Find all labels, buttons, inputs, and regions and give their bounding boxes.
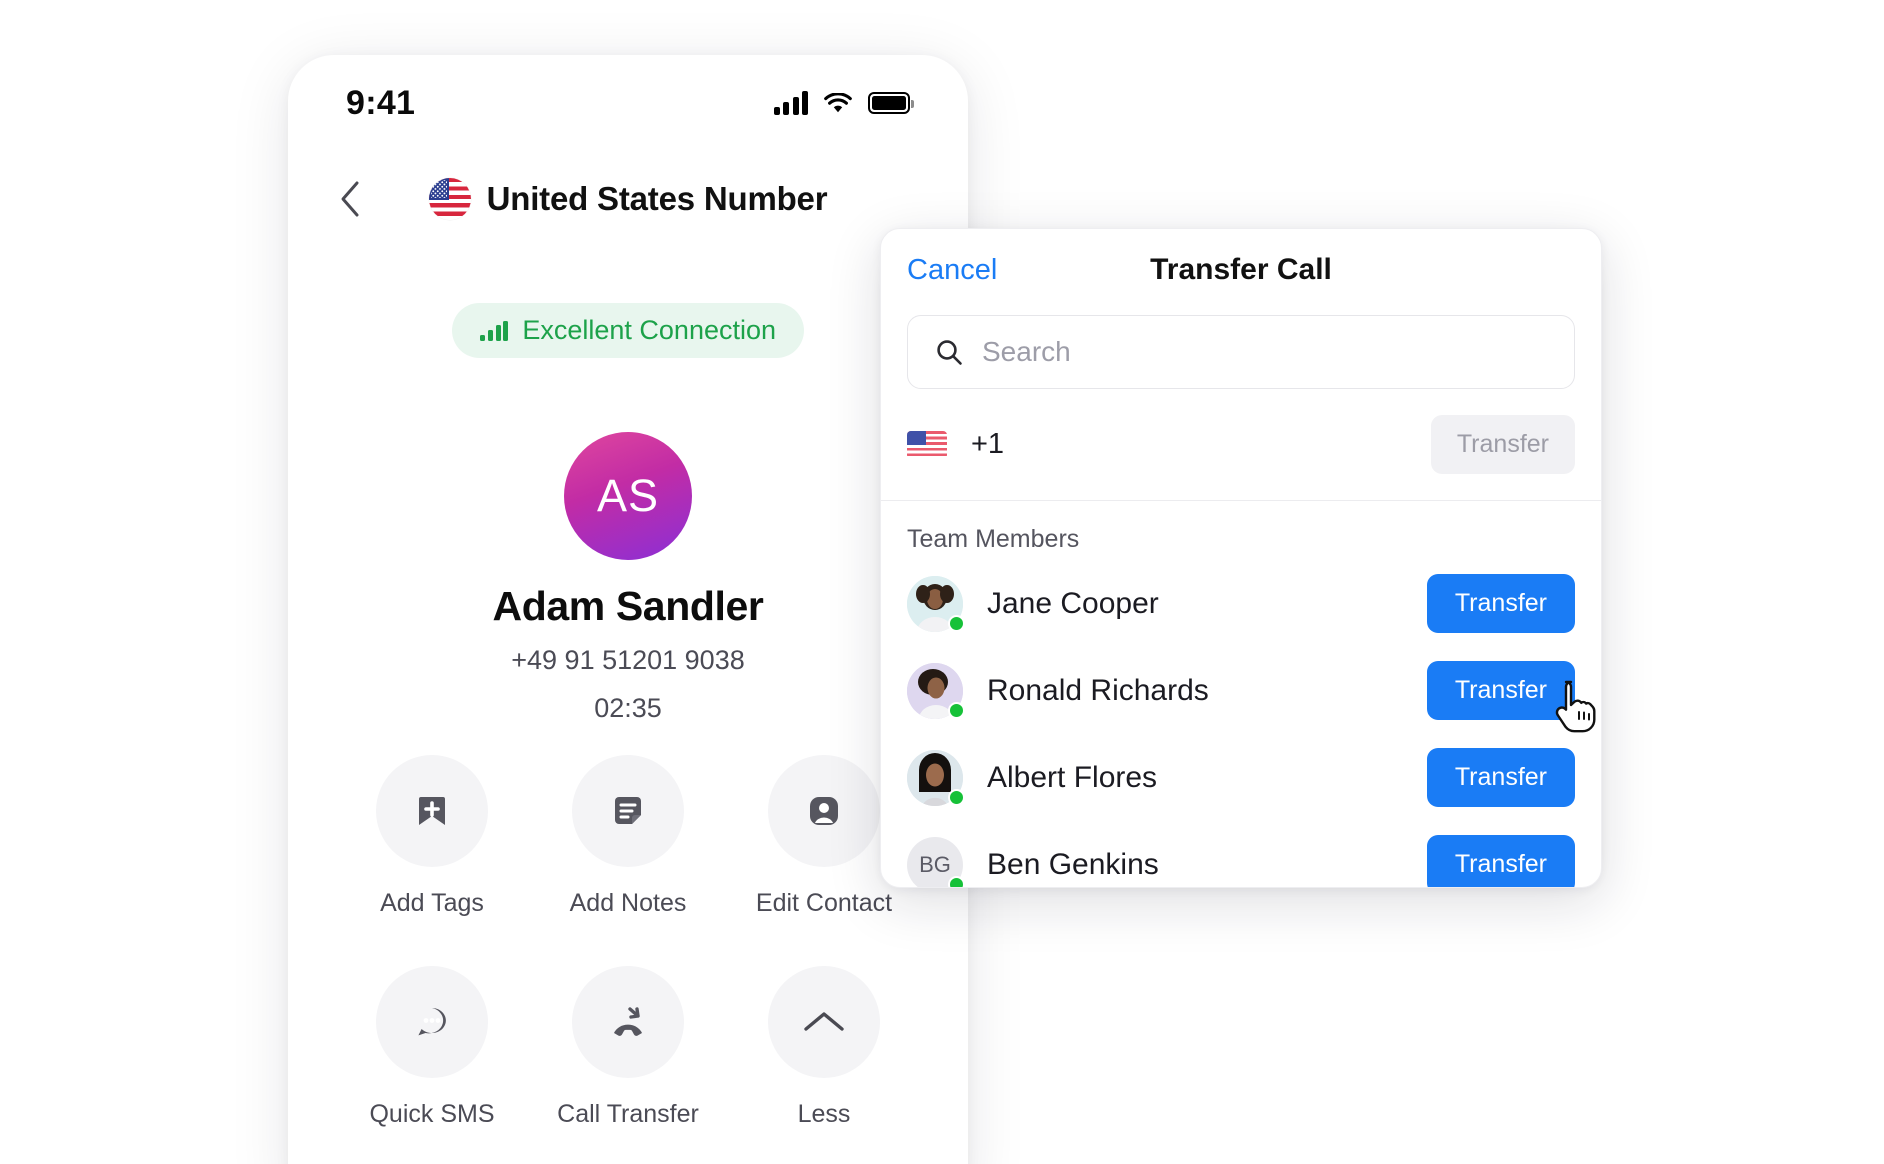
team-member-row: Jane Cooper Transfer xyxy=(881,560,1601,647)
transfer-button[interactable]: Transfer xyxy=(1426,748,1575,807)
team-member-row: Ronald Richards Transfer xyxy=(881,647,1601,734)
status-time: 9:41 xyxy=(346,83,416,122)
team-member-name: Ben Genkins xyxy=(987,847,1159,881)
note-edit-icon xyxy=(615,797,641,824)
transfer-button[interactable]: Transfer xyxy=(1426,574,1575,633)
transfer-button-disabled: Transfer xyxy=(1430,415,1575,474)
avatar-initials: BG xyxy=(919,851,951,877)
avatar xyxy=(907,662,965,719)
online-status-dot xyxy=(948,788,965,806)
action-call-transfer[interactable]: Call Transfer xyxy=(530,966,726,1129)
online-status-dot xyxy=(948,614,965,632)
avatar xyxy=(907,749,965,806)
team-member-name: Albert Flores xyxy=(987,760,1158,794)
search-box[interactable] xyxy=(907,315,1575,389)
transfer-call-modal: Cancel Transfer Call +1 Transfer Team Me… xyxy=(880,228,1602,888)
bookmark-plus-icon xyxy=(419,797,445,825)
back-button[interactable] xyxy=(330,177,370,221)
battery-icon xyxy=(868,92,914,114)
nav-bar: United States Number xyxy=(288,168,968,230)
caller-name: Adam Sandler xyxy=(492,583,764,629)
caller-number: +49 91 51201 9038 xyxy=(511,645,745,675)
us-flag-icon xyxy=(907,430,947,459)
cancel-button[interactable]: Cancel xyxy=(907,254,997,287)
action-label: Less xyxy=(797,1100,851,1128)
us-flag-icon xyxy=(428,178,471,220)
connection-status-badge: Excellent Connection xyxy=(451,303,805,358)
chevron-up-icon xyxy=(804,1012,844,1031)
action-quick-sms-circle xyxy=(376,966,488,1078)
call-actions-grid: Add Tags Add Notes Edit Contact Quick SM… xyxy=(288,755,968,1129)
online-status-dot xyxy=(948,701,965,719)
team-member-row: Albert Flores Transfer xyxy=(881,734,1601,821)
page-title: United States Number xyxy=(486,180,828,217)
connection-status-label: Excellent Connection xyxy=(522,315,777,345)
transfer-button[interactable]: Transfer xyxy=(1426,835,1575,887)
team-member-name: Ronald Richards xyxy=(987,673,1209,707)
avatar: BG xyxy=(907,836,965,887)
action-label: Edit Contact xyxy=(755,889,893,917)
cellular-signal-icon xyxy=(773,91,808,115)
modal-header: Cancel Transfer Call xyxy=(881,229,1601,311)
action-quick-sms[interactable]: Quick SMS xyxy=(334,966,530,1129)
avatar xyxy=(907,575,965,632)
status-bar: 9:41 xyxy=(288,55,968,151)
action-less[interactable]: Less xyxy=(726,966,922,1129)
country-prefix-row: +1 Transfer xyxy=(881,389,1601,501)
team-member-row: BG Ben Genkins Transfer xyxy=(881,821,1601,887)
caller-avatar: AS xyxy=(564,432,692,560)
country-prefix-code: +1 xyxy=(971,428,1005,460)
action-add-notes[interactable]: Add Notes xyxy=(530,755,726,918)
nav-title-group: United States Number xyxy=(370,178,886,220)
action-add-tags-circle xyxy=(376,755,488,867)
action-call-transfer-circle xyxy=(572,966,684,1078)
person-icon xyxy=(810,797,838,825)
action-label: Add Tags xyxy=(380,889,484,917)
search-icon xyxy=(937,340,962,365)
action-label: Quick SMS xyxy=(369,1100,495,1128)
action-add-tags[interactable]: Add Tags xyxy=(334,755,530,918)
caller-avatar-initials: AS xyxy=(596,470,660,521)
action-edit-contact-circle xyxy=(768,755,880,867)
chat-bubble-dots-icon xyxy=(418,1008,446,1036)
action-label: Add Notes xyxy=(569,889,687,917)
action-add-notes-circle xyxy=(572,755,684,867)
team-member-name: Jane Cooper xyxy=(987,586,1159,620)
screen-root: 9:41 United States Number Excellent Conn… xyxy=(0,0,1884,1164)
signal-bars-icon xyxy=(479,320,509,341)
transfer-button[interactable]: Transfer xyxy=(1426,661,1575,720)
phone-frame: 9:41 United States Number Excellent Conn… xyxy=(288,55,968,1164)
search-wrap xyxy=(881,311,1601,389)
status-icons xyxy=(773,91,914,115)
connection-status-wrap: Excellent Connection xyxy=(288,303,968,358)
search-input[interactable] xyxy=(982,336,1548,368)
team-members-label: Team Members xyxy=(907,525,1080,553)
wifi-icon xyxy=(824,92,852,112)
action-less-circle xyxy=(768,966,880,1078)
call-timer: 02:35 xyxy=(594,693,662,723)
chevron-left-icon xyxy=(341,181,359,217)
action-label: Call Transfer xyxy=(557,1100,699,1128)
phone-forward-icon xyxy=(614,1007,642,1036)
